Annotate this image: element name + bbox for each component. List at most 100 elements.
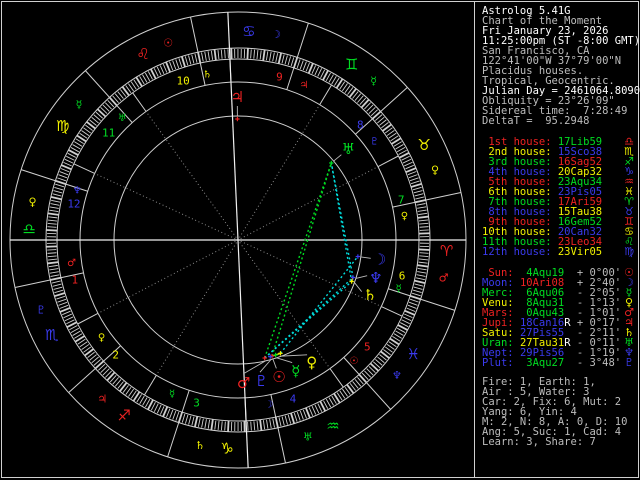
degree-tick — [404, 313, 413, 319]
degree-tick — [269, 419, 272, 429]
degree-tick — [311, 65, 317, 74]
degree-tick — [266, 419, 269, 429]
degree-tick — [72, 330, 81, 336]
house-cusp-line — [377, 155, 399, 168]
degree-tick — [60, 168, 70, 173]
degree-tick — [204, 51, 207, 61]
degree-tick — [51, 199, 61, 203]
degree-tick — [52, 193, 62, 197]
degree-tick — [407, 304, 417, 309]
degree-tick — [417, 209, 427, 212]
degree-tick — [415, 196, 425, 200]
degree-tick-major — [46, 229, 58, 232]
degree-tick — [299, 410, 304, 420]
degree-tick — [63, 313, 72, 319]
sign-glyph-leo: ♌ — [136, 45, 149, 63]
planet-glyph-moon: ☽ — [373, 251, 386, 269]
degree-tick — [49, 206, 59, 209]
house-cusp-spoke — [239, 104, 321, 238]
house-cusp-line — [132, 92, 147, 112]
degree-tick — [419, 222, 429, 225]
planet-glyph-plut: ♇ — [255, 372, 268, 390]
row-zodiac-glyph: ♍ — [624, 245, 634, 258]
degree-tick — [314, 404, 320, 414]
degree-tick — [287, 56, 292, 66]
sign-boundary — [167, 390, 190, 458]
sign-glyph-vir: ♍ — [56, 117, 69, 135]
degree-tick — [296, 59, 301, 69]
degree-tick — [415, 277, 425, 281]
degree-tick — [166, 408, 171, 418]
degree-tick — [54, 289, 64, 294]
sign-ruler-glyph: ♀ — [431, 164, 439, 177]
planet-pointer — [276, 357, 293, 364]
house-cusp-spoke — [97, 240, 236, 314]
meridian-axis — [237, 239, 249, 468]
degree-tick — [413, 286, 423, 290]
degree-tick-major — [210, 419, 214, 431]
astrolog-window: ♈ ♂ ♉ ♀ ♊ ☿ ♋ ☽ ♌ ☉ ♍ ☿ ♎ ♀ ♏ ♇ ♐ ♃ ♑ ♄ ♒ ♅ ♓ ♆ 1 ♂ 2 ♀ 3 ☿ 4 ☽ 5 ☉ 6 ☿ 7 ♀ 8 ♇… — [0, 0, 640, 480]
degree-tick — [412, 289, 422, 294]
house-number-12: 12 — [67, 197, 80, 210]
degree-tick — [70, 327, 80, 334]
sign-glyph-can: ♋ — [242, 22, 255, 40]
degree-tick-major — [227, 420, 230, 432]
degree-tick — [175, 411, 180, 421]
house-ruler-glyph: ♄ — [203, 69, 212, 80]
sign-ruler-glyph: ☽ — [271, 28, 281, 41]
degree-tick — [51, 280, 61, 284]
degree-tick — [172, 60, 177, 70]
degree-tick — [156, 404, 162, 414]
degree-tick — [142, 74, 148, 83]
sign-ruler-glyph: ♇ — [36, 303, 46, 316]
degree-tick — [299, 60, 304, 70]
degree-tick — [418, 258, 429, 261]
degree-tick — [47, 222, 57, 225]
house-number-5: 5 — [364, 341, 371, 354]
degree-tick — [63, 161, 72, 167]
house-ruler-glyph: ♅ — [118, 113, 127, 124]
degree-tick — [58, 301, 68, 306]
degree-tick — [220, 421, 223, 431]
degree-tick — [49, 209, 59, 213]
degree-tick — [305, 62, 310, 72]
degree-tick — [217, 50, 220, 60]
degree-tick — [217, 420, 220, 431]
sign-glyph-cap: ♑ — [220, 440, 233, 458]
degree-tick — [224, 49, 226, 59]
degree-tick — [407, 171, 417, 176]
degree-tick — [169, 61, 174, 71]
degree-tick — [48, 216, 58, 219]
house-number-1: 1 — [72, 274, 79, 287]
summary-line: Learn: 3, Share: 7 — [482, 436, 596, 448]
house-cusp-line — [73, 163, 95, 174]
house-ruler-glyph: ♂ — [67, 258, 76, 269]
degree-tick — [47, 219, 58, 222]
degree-tick — [66, 155, 75, 161]
degree-tick — [409, 177, 419, 182]
degree-tick-major — [86, 121, 96, 130]
degree-tick — [275, 53, 279, 63]
degree-tick — [411, 292, 421, 297]
degree-tick — [178, 58, 183, 68]
house-number-3: 3 — [193, 396, 200, 409]
degree-tick — [172, 410, 177, 420]
degree-tick — [409, 298, 419, 303]
degree-tick — [142, 397, 148, 406]
degree-tick — [419, 255, 429, 258]
aspect-line-sextile — [279, 256, 359, 354]
degree-tick — [62, 310, 71, 316]
degree-tick — [293, 412, 298, 422]
degree-tick — [414, 283, 424, 287]
planet-glyph-jupi: ♃ — [231, 88, 244, 106]
house-cusp-line — [329, 368, 344, 388]
degree-tick — [53, 286, 63, 290]
aspect-line-trine — [264, 162, 332, 359]
degree-tick — [408, 301, 418, 306]
degree-tick — [414, 193, 424, 197]
degree-tick-major — [259, 419, 263, 431]
degree-tick — [156, 66, 162, 76]
house-number-6: 6 — [399, 270, 406, 283]
degree-tick — [281, 54, 285, 64]
degree-tick — [284, 55, 288, 65]
